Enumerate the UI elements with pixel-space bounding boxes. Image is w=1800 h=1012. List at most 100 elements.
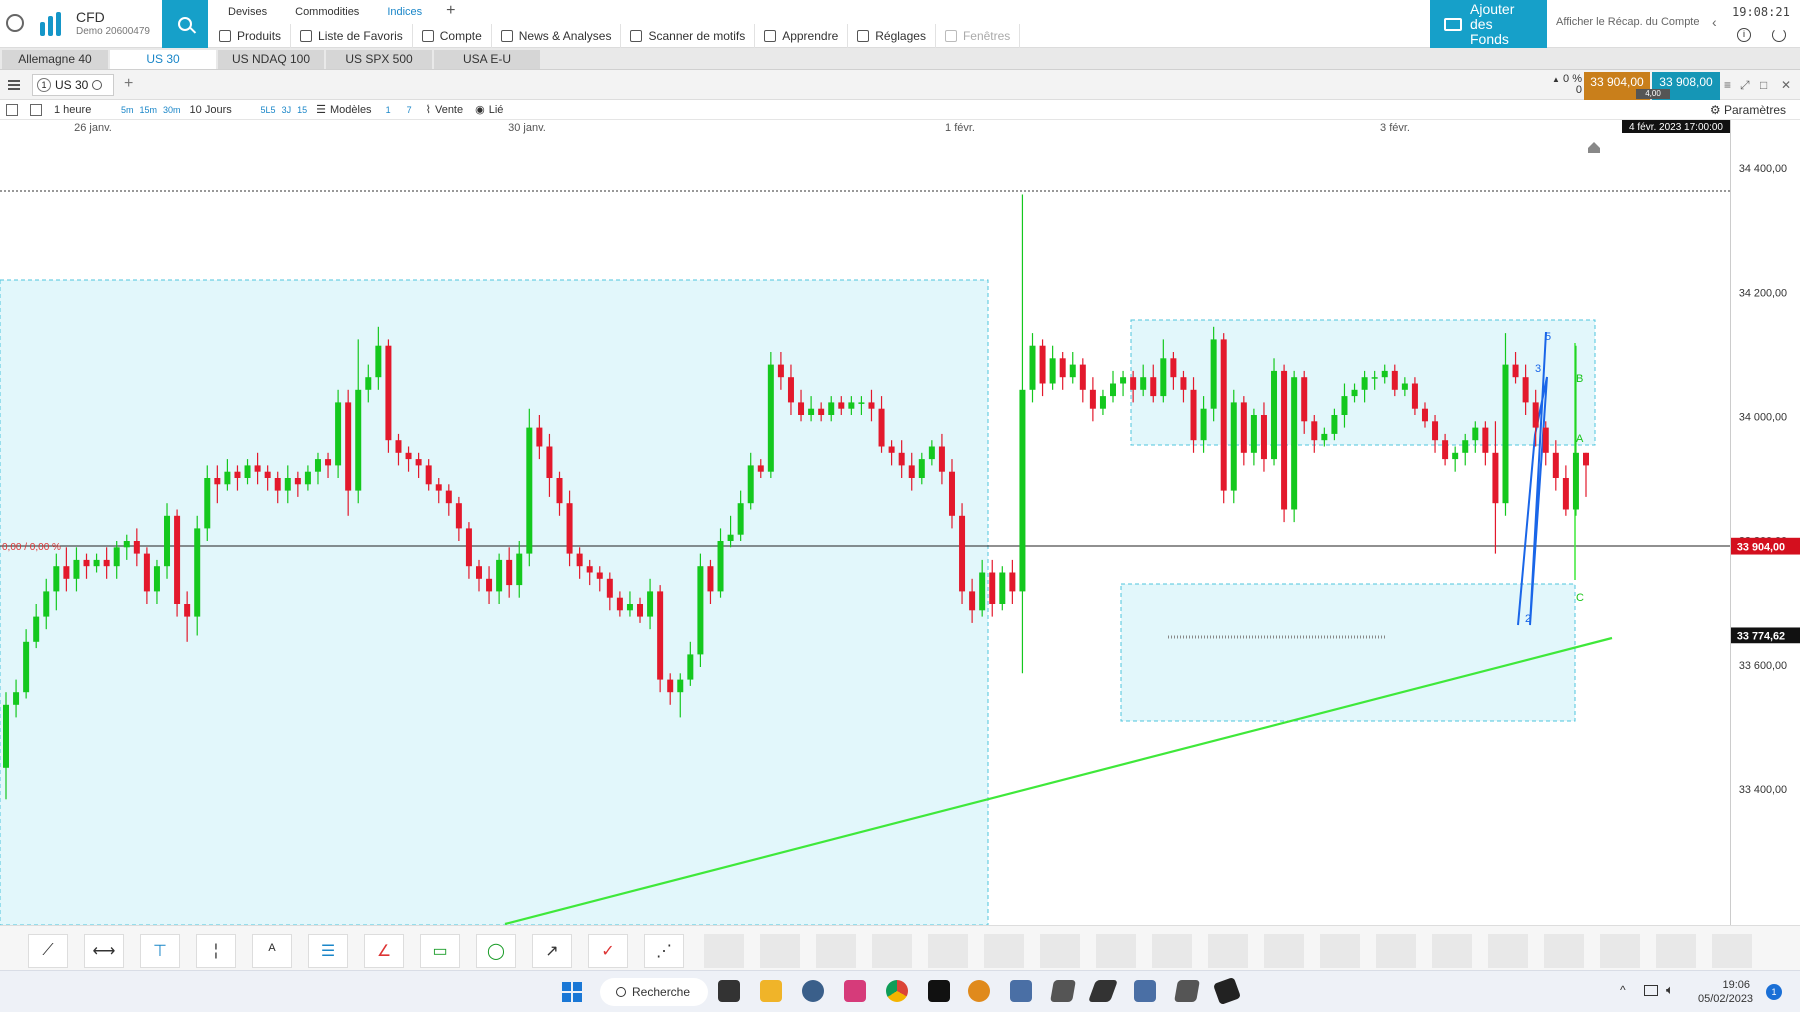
interval-5m[interactable]: 5m (118, 105, 137, 115)
empty-tool-slot[interactable] (1264, 934, 1304, 968)
windows-start-icon[interactable] (562, 982, 582, 1002)
menu-news[interactable]: News & Analyses (492, 24, 622, 48)
system-clock[interactable]: 19:06 05/02/2023 (1698, 978, 1753, 1006)
tablet-icon[interactable] (1050, 980, 1076, 1002)
device-icon[interactable] (1087, 980, 1119, 1002)
network-app-icon[interactable] (1010, 980, 1032, 1002)
expand-icon[interactable]: ⤢ (1740, 78, 1750, 93)
notification-badge[interactable]: 1 (1766, 984, 1782, 1000)
interval-15m[interactable]: 15m (137, 105, 161, 115)
candle-body (647, 591, 654, 617)
range-3j[interactable]: 3J (279, 105, 295, 115)
vertical-range-tool-button[interactable]: ⊤ (140, 934, 180, 968)
rectangle-tool-button[interactable]: ▭ (420, 934, 460, 968)
price-axis[interactable]: 34 400,0034 200,0034 000,0033 800,0033 6… (1730, 120, 1800, 925)
tab-indices[interactable]: Indices (373, 4, 436, 20)
menu-scanner[interactable]: Scanner de motifs (621, 24, 756, 48)
trendline-tool-button[interactable]: ⟋ (28, 934, 68, 968)
add-tab-icon[interactable]: + (436, 3, 465, 20)
range-selector[interactable]: 10 Jours (184, 104, 258, 116)
gann-tool-button[interactable]: ∠ (364, 934, 404, 968)
symbol-selector[interactable]: 1 US 30 (32, 74, 114, 96)
empty-tool-slot[interactable] (1040, 934, 1080, 968)
snipping-tool-icon[interactable] (844, 980, 866, 1002)
task-view-icon[interactable] (718, 980, 740, 1002)
empty-tool-slot[interactable] (1376, 934, 1416, 968)
device-2-icon[interactable] (1174, 980, 1200, 1002)
empty-tool-slot[interactable] (1152, 934, 1192, 968)
empty-tool-slot[interactable] (1600, 934, 1640, 968)
empty-tool-slot[interactable] (1544, 934, 1584, 968)
maximize-icon[interactable]: □ (1760, 78, 1767, 92)
menu-favoris[interactable]: Liste de Favoris (291, 24, 413, 48)
layout-grid-icon[interactable] (24, 103, 48, 116)
interval-30m[interactable]: 30m (160, 105, 184, 115)
settings-button[interactable]: ⚙ Paramètres (1710, 103, 1786, 117)
volume-icon[interactable]: 🔈︎ (1666, 982, 1674, 998)
chart-list-icon[interactable] (0, 103, 24, 116)
menu-reglages[interactable]: Réglages (848, 24, 936, 48)
search-button[interactable] (162, 0, 208, 48)
instrument-tab-us-spx-500[interactable]: US SPX 500 (326, 50, 432, 69)
user-icon[interactable] (6, 14, 24, 32)
models-button[interactable]: ☰ Modèles (310, 103, 377, 117)
empty-tool-slot[interactable] (704, 934, 744, 968)
add-chart-icon[interactable]: + (124, 75, 133, 93)
empty-tool-slot[interactable] (1488, 934, 1528, 968)
empty-tool-slot[interactable] (1656, 934, 1696, 968)
horizontal-line-tool-button[interactable]: ⟷ (84, 934, 124, 968)
instrument-tab-allemagne-40[interactable]: Allemagne 40 (2, 50, 108, 69)
mini-7[interactable]: 7 (399, 105, 420, 115)
ellipse-tool-button[interactable]: ◯ (476, 934, 516, 968)
info-icon[interactable]: i (1737, 28, 1751, 42)
empty-tool-slot[interactable] (1208, 934, 1248, 968)
empty-tool-slot[interactable] (816, 934, 856, 968)
hamburger-icon[interactable] (8, 80, 20, 90)
tradingview-icon[interactable] (928, 980, 950, 1002)
memory-icon[interactable] (1212, 976, 1242, 1006)
menu-apprendre[interactable]: Apprendre (755, 24, 849, 48)
empty-tool-slot[interactable] (1712, 934, 1752, 968)
app-icon[interactable] (968, 980, 990, 1002)
empty-tool-slot[interactable] (1432, 934, 1472, 968)
empty-tool-slot[interactable] (1320, 934, 1360, 968)
range-15[interactable]: 15 (294, 105, 310, 115)
empty-tool-slot[interactable] (1096, 934, 1136, 968)
sell-indicator-button[interactable]: ⌇ Vente (420, 103, 470, 117)
panel-menu-icon[interactable]: ≡ (1724, 78, 1731, 92)
add-funds-button[interactable]: Ajouter des Fonds (1430, 0, 1547, 48)
menu-produits[interactable]: Produits (210, 24, 292, 48)
account-summary-link[interactable]: Afficher le Récap. du Compte (1556, 16, 1699, 28)
price-chart[interactable]: 26 janv. 30 janv. 1 févr. 3 févr. 4 févr. 20… (0, 120, 1730, 925)
interval-selector[interactable]: 1 heure (48, 104, 118, 116)
tab-devises[interactable]: Devises (214, 4, 281, 20)
chevron-up-icon[interactable]: ^ (1620, 983, 1626, 997)
fibonacci-tool-button[interactable]: ☰ (308, 934, 348, 968)
empty-tool-slot[interactable] (984, 934, 1024, 968)
power-icon[interactable] (1772, 28, 1786, 42)
remote-app-icon[interactable] (1134, 980, 1156, 1002)
chevron-left-icon[interactable]: ‹ (1712, 14, 1717, 30)
vertical-line-tool-button[interactable]: ¦ (196, 934, 236, 968)
menu-compte[interactable]: Compte (413, 24, 492, 48)
linked-button[interactable]: ◉ Lié (469, 103, 509, 117)
pattern-tool-button[interactable]: ⋰ (644, 934, 684, 968)
checkmark-tool-button[interactable]: ✓ (588, 934, 628, 968)
instrument-tab-usa-eu[interactable]: USA E-U (434, 50, 540, 69)
monitor-icon[interactable] (1644, 985, 1658, 996)
instrument-tab-us-30[interactable]: US 30 (110, 50, 216, 69)
tab-commodities[interactable]: Commodities (281, 4, 373, 20)
instrument-tab-us-ndaq-100[interactable]: US NDAQ 100 (218, 50, 324, 69)
file-explorer-icon[interactable] (760, 980, 782, 1002)
arrow-tool-button[interactable]: ↗ (532, 934, 572, 968)
taskbar-search[interactable]: Recherche (600, 978, 708, 1006)
mini-1[interactable]: 1 (378, 105, 399, 115)
chrome-icon[interactable] (886, 980, 908, 1002)
empty-tool-slot[interactable] (760, 934, 800, 968)
range-5l5[interactable]: 5L5 (258, 105, 279, 115)
close-icon[interactable]: ✕ (1781, 78, 1791, 92)
empty-tool-slot[interactable] (928, 934, 968, 968)
empty-tool-slot[interactable] (872, 934, 912, 968)
text-tool-button[interactable]: ᴬ (252, 934, 292, 968)
settings-app-icon[interactable] (802, 980, 824, 1002)
